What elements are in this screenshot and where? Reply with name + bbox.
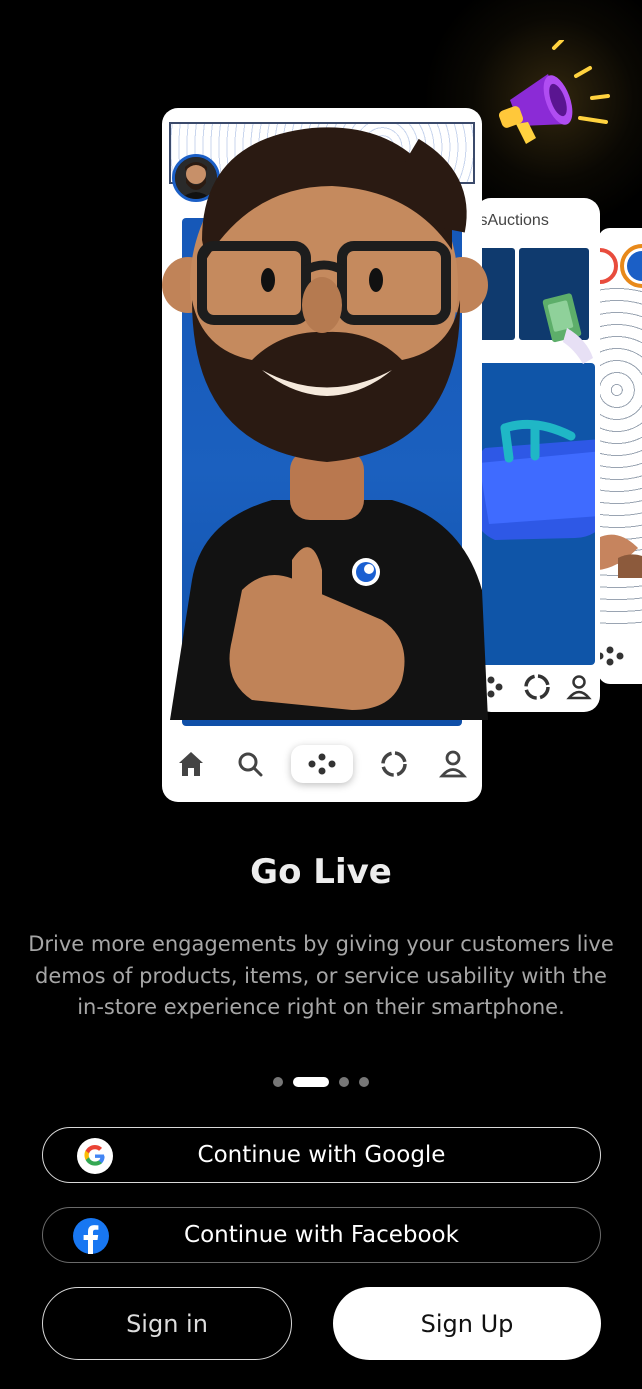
- google-icon: [77, 1138, 113, 1174]
- home-icon[interactable]: [173, 746, 209, 782]
- search-icon[interactable]: [232, 746, 268, 782]
- avatar-illustration: [162, 127, 488, 720]
- phone-mockup-third: [598, 228, 642, 684]
- continue-with-google-button[interactable]: Continue with Google: [42, 1127, 601, 1183]
- facebook-button-label: Continue with Facebook: [184, 1222, 459, 1248]
- page-dot-active[interactable]: [293, 1077, 329, 1087]
- loading-ring-icon: [524, 674, 551, 700]
- facebook-icon: [73, 1218, 109, 1254]
- page-dot[interactable]: [359, 1077, 369, 1087]
- bottom-nav-bar: [162, 726, 482, 802]
- phone-mockup-auctions: tsAuctions: [475, 198, 600, 712]
- sign-in-label: Sign in: [126, 1309, 208, 1338]
- profile-icon[interactable]: [435, 746, 471, 782]
- profile-icon: [566, 675, 592, 700]
- megaphone-icon: [498, 40, 610, 144]
- sign-up-button[interactable]: Sign Up: [333, 1287, 601, 1360]
- sign-in-button[interactable]: Sign in: [42, 1287, 292, 1360]
- live-games-button[interactable]: [290, 745, 353, 783]
- phone2-nav-bar: [475, 662, 600, 712]
- phone3-avatars: [598, 244, 642, 288]
- basket-illustration: [475, 293, 595, 540]
- onboarding-title: Go Live: [250, 852, 392, 892]
- phone2-tabs: tsAuctions: [475, 212, 600, 236]
- loading-ring-icon[interactable]: [376, 746, 412, 782]
- page-indicator: [0, 1077, 642, 1087]
- phone3-nav-gamepad-icon: [598, 646, 624, 666]
- onboarding-description: Drive more engagements by giving your cu…: [28, 932, 614, 1019]
- page-dot[interactable]: [273, 1077, 283, 1087]
- handshake-illustration: [598, 534, 642, 578]
- gamepad-icon: [308, 753, 336, 775]
- continue-with-facebook-button[interactable]: Continue with Facebook: [42, 1207, 601, 1263]
- page-dot[interactable]: [339, 1077, 349, 1087]
- google-button-label: Continue with Google: [197, 1142, 446, 1168]
- sign-up-label: Sign Up: [420, 1309, 514, 1338]
